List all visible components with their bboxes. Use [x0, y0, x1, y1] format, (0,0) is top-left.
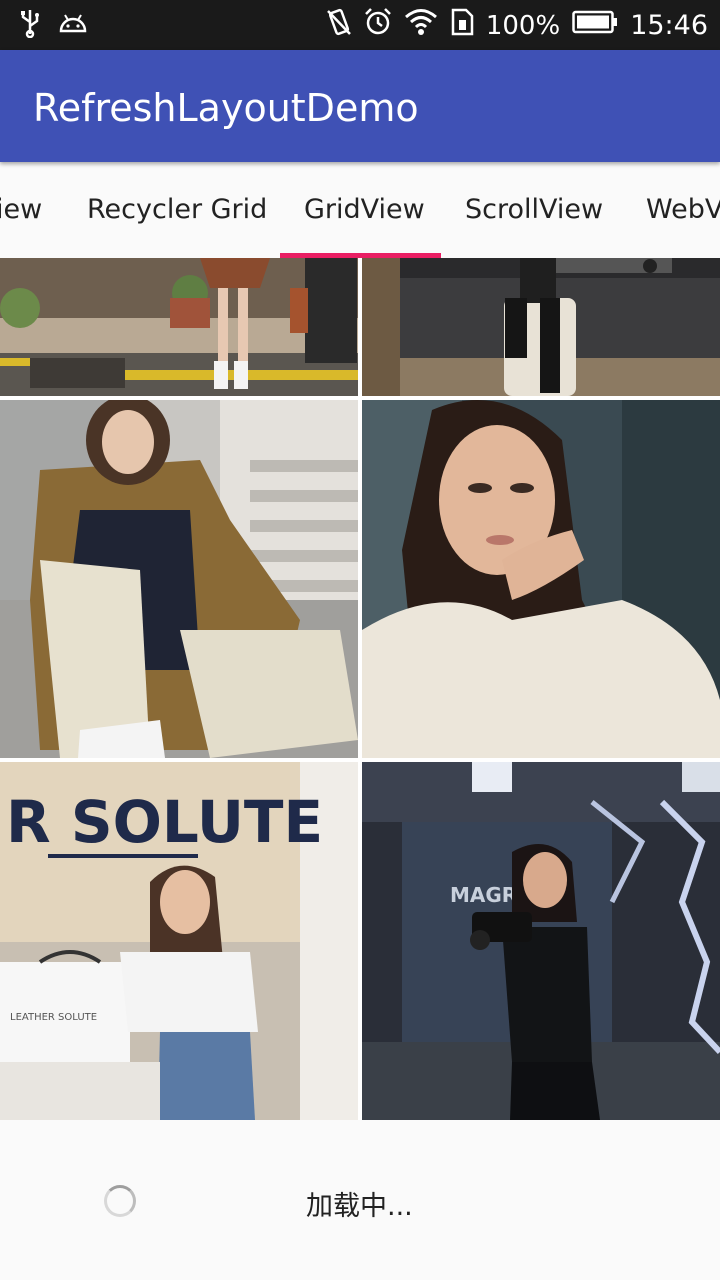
- tab-indicator: [280, 253, 441, 258]
- vibrate-icon: [326, 7, 352, 44]
- camera-photo: MAGR: [362, 762, 720, 1120]
- grid-item[interactable]: [362, 258, 720, 396]
- grid-item[interactable]: [362, 400, 720, 758]
- tab-scrollview[interactable]: ScrollView: [465, 194, 603, 225]
- tab-bar: iew Recycler Grid GridView ScrollView We…: [0, 162, 720, 258]
- clock: 15:46: [630, 10, 708, 41]
- svg-text:MAGR: MAGR: [450, 883, 517, 907]
- tab-webview[interactable]: WebV: [646, 194, 720, 225]
- bag-label: LEATHER SOLUTE: [10, 1012, 97, 1023]
- status-bar: 100% 15:46: [0, 0, 720, 50]
- photo-grid: R SOLUTE LEATHER SOLUTE MAGR: [0, 258, 720, 1120]
- storefront-sign: R SOLUTE: [6, 788, 323, 856]
- sim-icon: [450, 8, 474, 43]
- storefront-photo: R SOLUTE LEATHER SOLUTE: [0, 762, 358, 1120]
- app-bar: RefreshLayoutDemo: [0, 50, 720, 162]
- portrait-photo: [362, 400, 720, 758]
- loading-label: 加载中...: [306, 1191, 413, 1222]
- battery-percent: 100%: [485, 10, 561, 41]
- tab-recycler-grid[interactable]: Recycler Grid: [87, 194, 267, 225]
- grid-item[interactable]: [0, 258, 358, 396]
- loading-spinner-icon: [104, 1185, 136, 1217]
- grid-item[interactable]: R SOLUTE LEATHER SOLUTE: [0, 762, 358, 1120]
- usb-icon: [18, 8, 42, 42]
- grid-item[interactable]: MAGR: [362, 762, 720, 1120]
- wifi-icon: [404, 8, 438, 43]
- android-icon: [58, 11, 88, 39]
- app-title: RefreshLayoutDemo: [33, 86, 419, 130]
- battery-icon: [572, 10, 618, 41]
- trench-coat-photo: [0, 400, 358, 758]
- tab-gridview[interactable]: GridView: [304, 194, 425, 225]
- grid-divider: [358, 258, 362, 1120]
- street-photo: [362, 258, 720, 396]
- alarm-icon: [364, 7, 392, 44]
- grid-item[interactable]: [0, 400, 358, 758]
- tab-listview[interactable]: iew: [0, 194, 42, 225]
- street-photo: [0, 258, 358, 396]
